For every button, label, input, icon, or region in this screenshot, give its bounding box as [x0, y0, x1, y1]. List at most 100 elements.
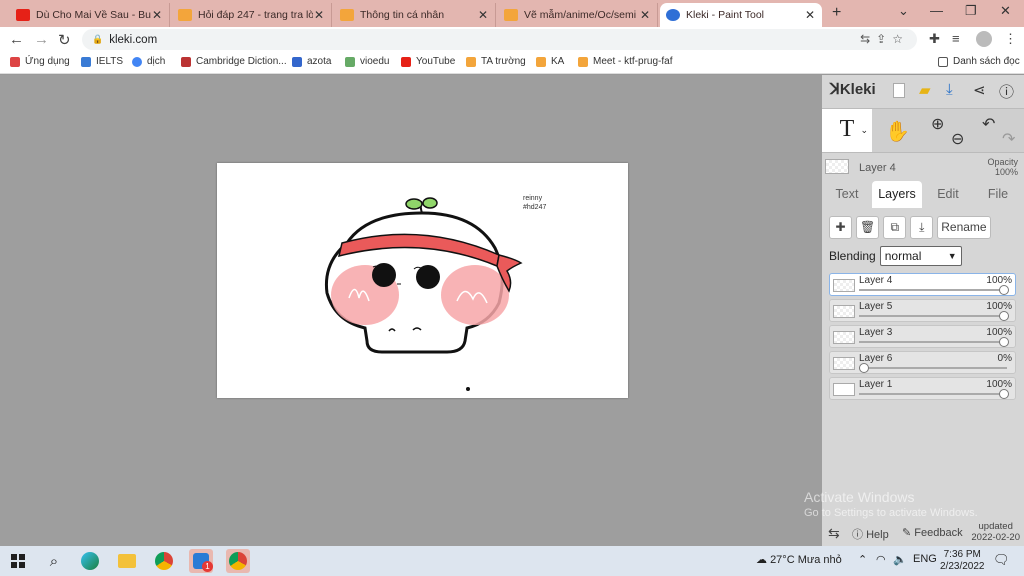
opacity-slider-track[interactable] [859, 393, 1007, 395]
file-explorer-icon[interactable] [115, 549, 139, 573]
menu-icon[interactable]: ⋮ [1004, 31, 1017, 47]
opacity-slider-handle[interactable] [999, 285, 1009, 295]
edge-icon[interactable] [78, 549, 102, 573]
delete-layer-button[interactable]: 🗑 [856, 216, 880, 239]
hand-icon[interactable]: ✋ [885, 119, 910, 144]
updated-info[interactable]: updated 2022-02-20 [971, 521, 1020, 543]
swap-side-icon[interactable]: ⇆ [828, 525, 840, 542]
windows-start-icon[interactable] [6, 549, 30, 573]
bookmark-apps[interactable]: Ứng dụng [10, 56, 70, 67]
undo-icon[interactable]: ↶ [982, 114, 995, 134]
zoom-out-icon[interactable]: ⊖ [951, 129, 964, 149]
current-layer-header: Layer 4 Opacity 100% [822, 155, 1024, 179]
opacity-slider-track[interactable] [859, 315, 1007, 317]
close-icon[interactable]: ✕ [313, 8, 325, 22]
opacity-slider-handle[interactable] [999, 337, 1009, 347]
vioedu-icon [345, 56, 355, 67]
drawing-workspace[interactable]: reinny #hd247 [0, 75, 822, 546]
avatar[interactable] [976, 31, 992, 47]
opacity-slider-handle[interactable] [999, 389, 1009, 399]
tab-kleki[interactable]: Kleki - Paint Tool ✕ [660, 3, 822, 27]
wifi-icon[interactable]: ◠ [876, 553, 886, 566]
volume-icon[interactable]: 🔈 [893, 553, 907, 566]
layer-row[interactable]: Layer 5 100% [829, 299, 1016, 322]
tab-hoidap[interactable]: Hỏi đáp 247 - trang tra lời ✕ [172, 3, 332, 27]
close-icon[interactable]: ✕ [639, 8, 651, 22]
search-icon[interactable]: ⌕ [42, 549, 66, 573]
reload-icon[interactable]: ↻ [58, 31, 71, 49]
rename-layer-button[interactable]: Rename [937, 216, 991, 239]
close-icon[interactable]: ✕ [804, 8, 816, 22]
bookmark-azota[interactable]: azota [292, 56, 331, 67]
text-tool-button[interactable]: T ⌄ [822, 109, 872, 152]
tray-chevron-up-icon[interactable]: ⌃ [858, 553, 867, 566]
tab-thong-tin[interactable]: Thông tin cá nhân ✕ [334, 3, 496, 27]
tab-file[interactable]: File [980, 181, 1016, 208]
blending-select[interactable]: normal ▼ [879, 246, 962, 266]
layer-row[interactable]: Layer 4 100% [829, 273, 1016, 296]
translate-icon[interactable]: ⇆ [860, 32, 876, 46]
layer-row[interactable]: Layer 6 0% [829, 351, 1016, 374]
bookmark-dich[interactable]: dịch [132, 56, 165, 67]
extensions-icon[interactable]: ✚ [929, 31, 940, 47]
system-clock[interactable]: 7:36 PM 2/23/2022 [940, 549, 985, 573]
bookmark-cambridge[interactable]: Cambridge Diction... [181, 56, 287, 67]
help-icon: ⓘ [852, 529, 863, 541]
tab-ve-mam[interactable]: Vẽ mẫm/anime/Oc/semi (cũ ✕ [498, 3, 658, 27]
layer-row[interactable]: Layer 1 100% [829, 377, 1016, 400]
chevron-down-icon[interactable]: ⌄ [898, 3, 909, 19]
opacity-slider-track[interactable] [859, 341, 1007, 343]
tab-text[interactable]: Text [828, 181, 866, 208]
tab-layers[interactable]: Layers [872, 181, 922, 208]
opacity-slider-handle[interactable] [999, 311, 1009, 321]
open-folder-icon[interactable]: ▰ [919, 81, 931, 99]
opacity-slider-track[interactable] [859, 289, 1007, 291]
opacity-slider-track[interactable] [859, 367, 1007, 369]
layer-thumbnail [833, 331, 855, 344]
chrome-icon[interactable] [152, 549, 176, 573]
tab-edit[interactable]: Edit [930, 181, 966, 208]
feedback-button[interactable]: ✎ Feedback [902, 526, 963, 539]
close-icon[interactable]: ✕ [477, 8, 489, 22]
zoom-in-icon[interactable]: ⊕ [931, 114, 944, 134]
zalo-app-icon[interactable]: 1 [189, 549, 213, 573]
bookmark-label: TA trường [481, 56, 526, 67]
drawing-canvas[interactable]: reinny #hd247 [217, 163, 628, 398]
help-button[interactable]: ⓘ Help [852, 526, 889, 542]
bookmark-reading-list[interactable]: Danh sách đọc [938, 56, 1020, 67]
bookmark-ka[interactable]: KA [536, 56, 564, 67]
new-tab-icon[interactable]: + [832, 4, 841, 22]
notifications-icon[interactable]: 🗨 [993, 552, 1010, 568]
input-language[interactable]: ENG [913, 553, 937, 565]
share-icon[interactable]: ⋖ [973, 81, 986, 99]
bookmark-ielts[interactable]: IELTS [81, 56, 123, 67]
bookmark-label: YouTube [416, 56, 456, 67]
window-close-icon[interactable]: ✕ [1000, 3, 1011, 19]
star-icon[interactable]: ☆ [892, 32, 909, 46]
address-input[interactable]: 🔒 kleki.com ⇆⇪☆ [82, 29, 917, 50]
chrome-active-icon[interactable] [226, 549, 250, 573]
duplicate-layer-button[interactable]: ⧉ [883, 216, 907, 239]
redo-icon[interactable]: ↷ [1002, 129, 1015, 149]
new-image-icon[interactable] [893, 83, 905, 98]
share-icon[interactable]: ⇪ [876, 32, 892, 46]
bookmark-meet[interactable]: Meet - ktf-prug-faf [578, 56, 672, 67]
bookmark-ta-truong[interactable]: TA trường [466, 56, 526, 67]
restore-icon[interactable]: ❐ [965, 3, 977, 19]
close-icon[interactable]: ✕ [151, 8, 163, 22]
weather-widget[interactable]: ☁ 27°C Mưa nhỏ [756, 553, 842, 566]
azota-icon [292, 56, 302, 67]
reading-list-icon[interactable]: ≡ [952, 31, 960, 46]
download-icon[interactable]: ⤓ [946, 81, 953, 98]
add-layer-button[interactable]: ✚ [829, 216, 852, 239]
layer-row[interactable]: Layer 3 100% [829, 325, 1016, 348]
merge-layer-button[interactable]: ⤓ [910, 216, 934, 239]
tab-youtube[interactable]: Dù Cho Mai Về Sau - Buitruc ✕ [10, 3, 170, 27]
bookmark-youtube[interactable]: YouTube [401, 56, 455, 67]
forward-icon[interactable]: → [34, 31, 49, 48]
bookmark-vioedu[interactable]: vioedu [345, 56, 389, 67]
minimize-icon[interactable]: — [930, 3, 943, 18]
opacity-slider-handle[interactable] [859, 363, 869, 373]
help-icon[interactable]: ⓘ [999, 81, 1014, 102]
back-icon[interactable]: ← [9, 31, 24, 48]
